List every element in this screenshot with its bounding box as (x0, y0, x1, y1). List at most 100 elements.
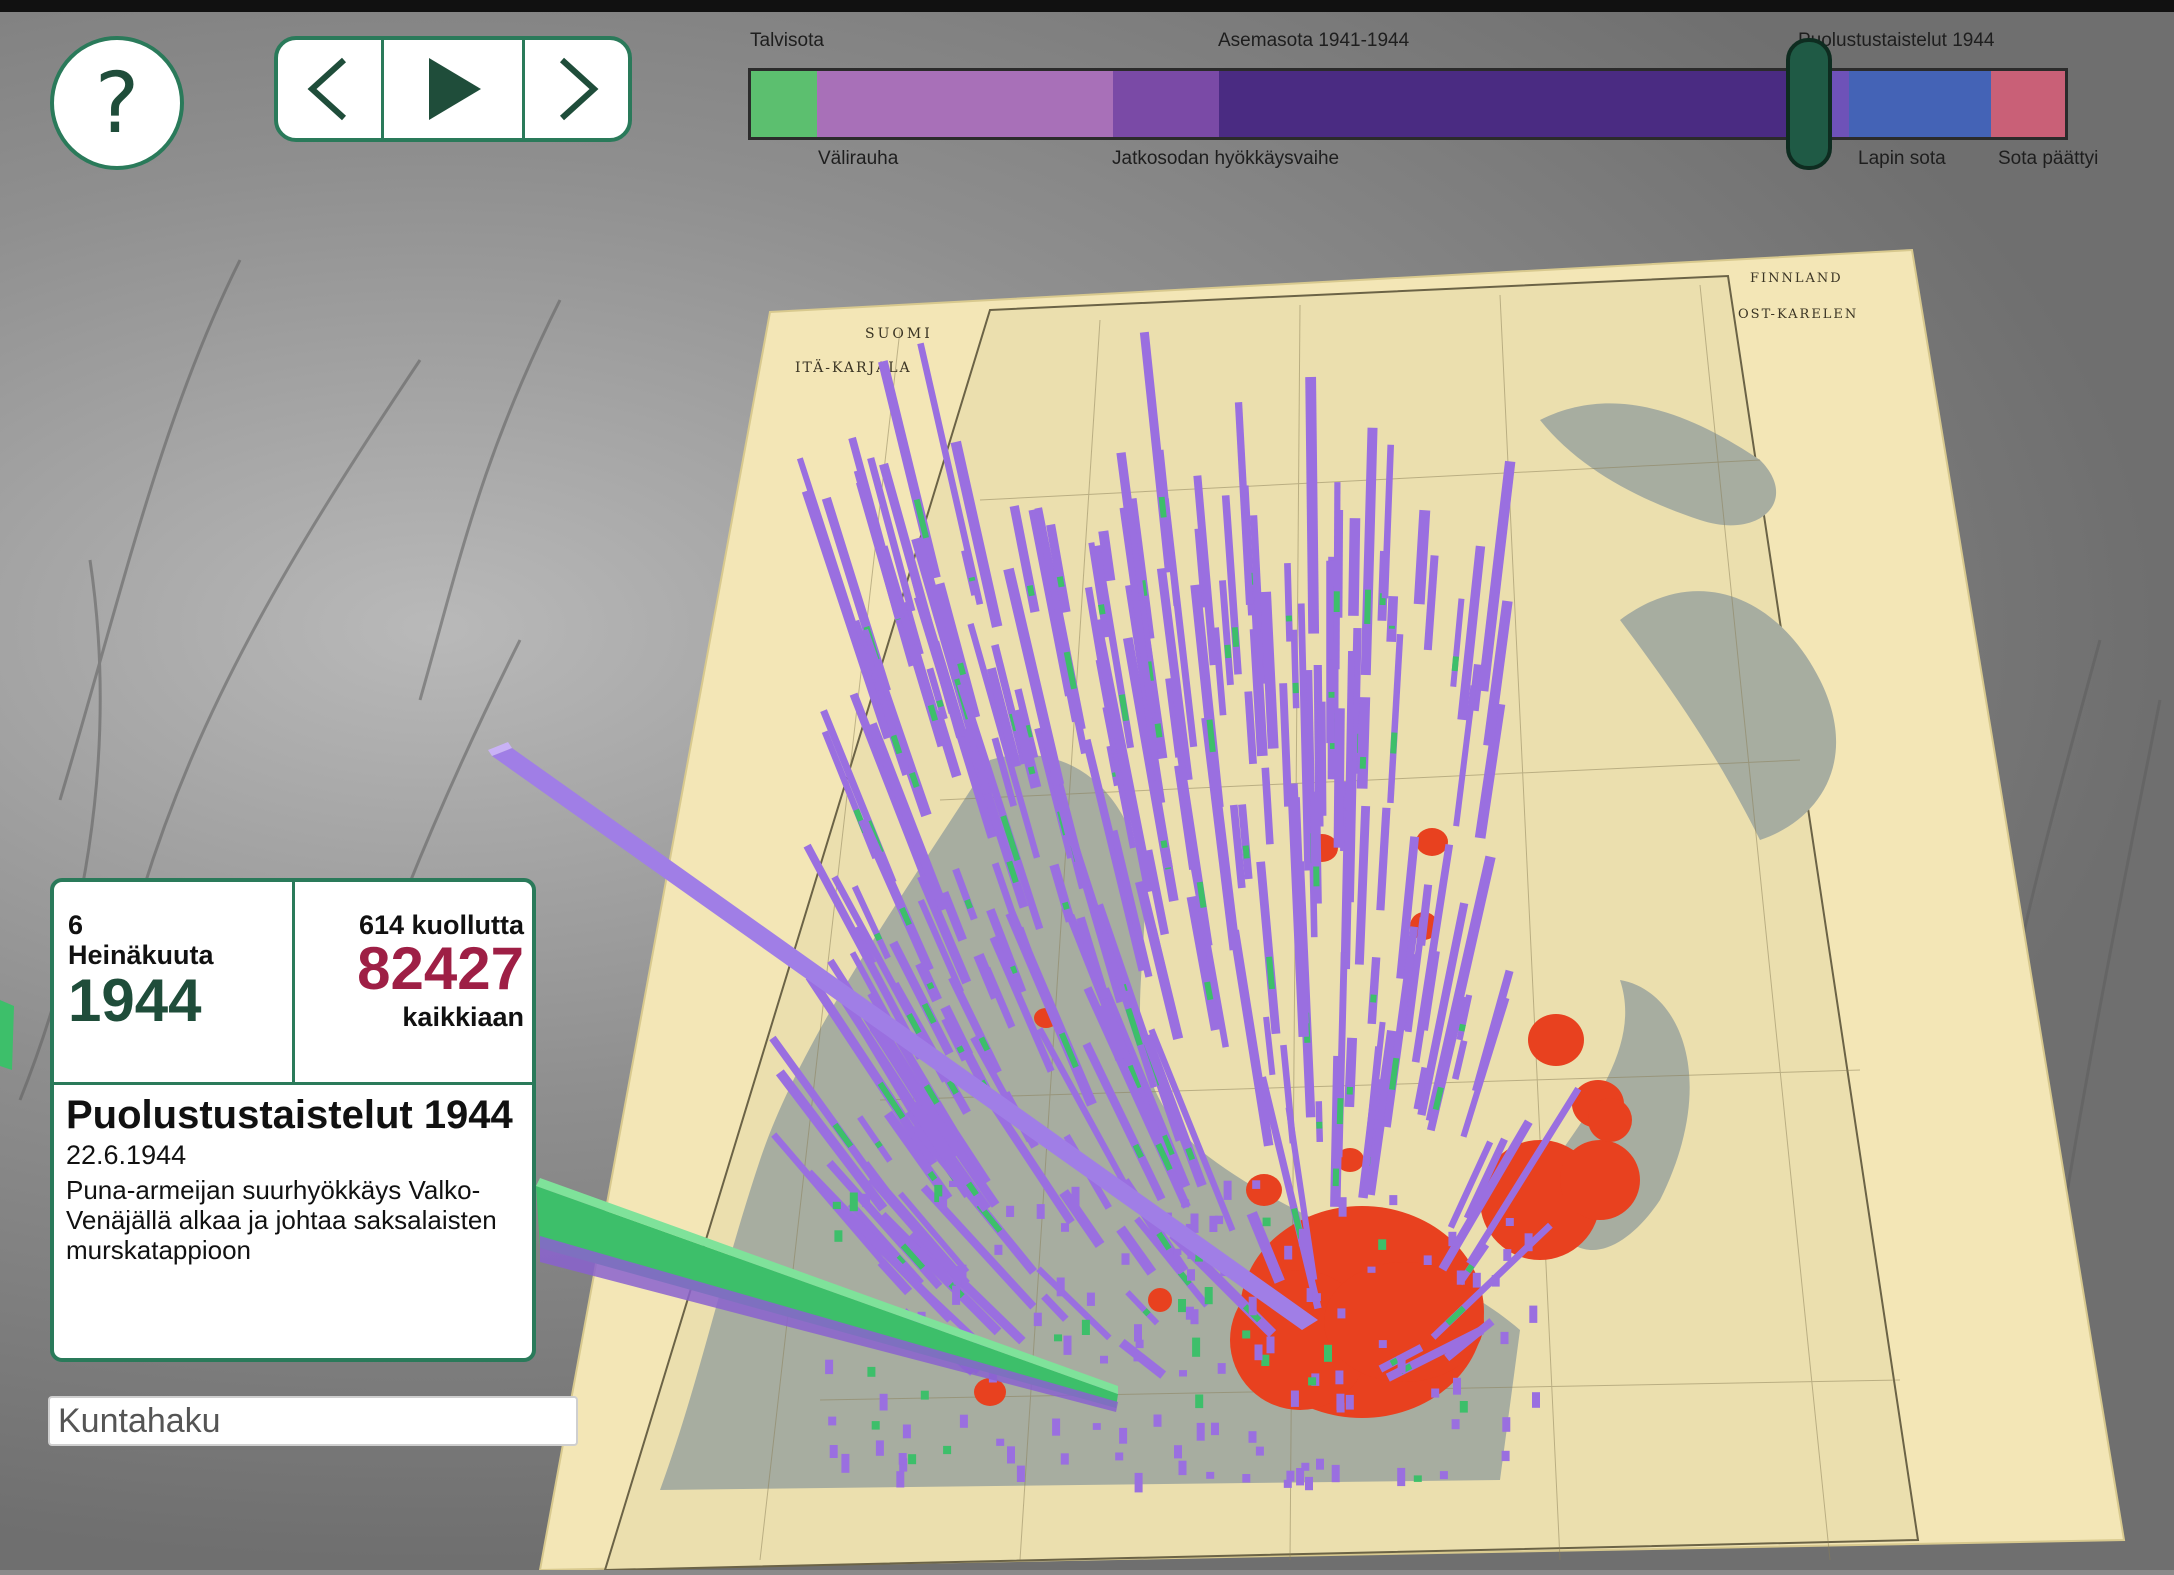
casualty-bar (1349, 654, 1352, 807)
municipality-search-input[interactable] (48, 1396, 578, 1446)
casualty-cube (903, 1425, 911, 1439)
event-info: Puolustustaistelut 1944 22.6.1944 Puna-a… (66, 1092, 516, 1265)
casualty-cube (1324, 1345, 1332, 1362)
casualty-cube (1187, 1269, 1195, 1281)
timeline-label-valirauha: Välirauha (818, 148, 898, 170)
timeline-segment-asemasota[interactable] (1219, 71, 1831, 137)
casualty-cube (1115, 1453, 1123, 1461)
casualty-cube (952, 1286, 960, 1305)
map-title-fi-1: SUOMI (865, 326, 933, 342)
casualty-cube (825, 1360, 833, 1374)
timeline-segment-valirauha[interactable] (817, 71, 1113, 137)
casualty-cube (1191, 1214, 1199, 1233)
casualty-cube (1181, 1199, 1189, 1207)
casualty-cube (1389, 1195, 1397, 1205)
casualty-cube (1057, 1278, 1065, 1297)
casualty-bar-accent (1367, 590, 1368, 624)
playback-controls (274, 36, 632, 142)
casualty-cube (1502, 1451, 1510, 1461)
timeline-segment-lapin-sota[interactable] (1849, 71, 1991, 137)
casualty-cube (1211, 1423, 1219, 1435)
casualty-bar (1366, 433, 1373, 670)
previous-button[interactable] (278, 40, 381, 138)
casualty-bar-accent (877, 1142, 880, 1147)
timeline-segment-hyokkaysvaihe[interactable] (1113, 71, 1219, 137)
casualty-bar (1337, 485, 1338, 666)
casualty-bar-accent (1235, 627, 1236, 647)
play-button[interactable] (381, 40, 522, 138)
casualty-cube (1346, 1395, 1354, 1410)
casualty-cube (1061, 1223, 1069, 1232)
casualty-cube (841, 1454, 849, 1473)
casualty-cube (1215, 1216, 1223, 1224)
casualty-cube (1205, 1287, 1213, 1304)
casualty-cube (1224, 1181, 1232, 1200)
timeline-handle[interactable] (1786, 38, 1832, 170)
casualty-bar-accent (1468, 1266, 1472, 1272)
casualty-cube (1502, 1417, 1510, 1432)
casualty-cube (1119, 1428, 1127, 1444)
casualty-cube (1284, 1246, 1292, 1260)
casualty-cube (1267, 1337, 1275, 1354)
casualty-cube (1195, 1395, 1203, 1409)
casualty-cube (1532, 1392, 1540, 1408)
casualty-bar-accent (939, 701, 941, 707)
casualty-cube (1335, 1371, 1343, 1385)
casualty-bar-accent (1391, 1360, 1397, 1363)
date-box: 6 Heinäkuuta 1944 (54, 882, 295, 1082)
casualty-cube (1305, 1477, 1313, 1490)
casualty-bar-accent (1122, 695, 1126, 721)
casualty-cube (1308, 1377, 1316, 1385)
casualty-cube (1301, 1463, 1309, 1471)
help-button[interactable]: ? (50, 36, 184, 170)
chevron-left-icon (304, 56, 354, 122)
timeline-segment-talvisota[interactable] (751, 71, 817, 137)
timeline-segment-sota-paattyi[interactable] (1991, 71, 2065, 137)
casualty-bar (1339, 713, 1340, 842)
casualty-cube (1379, 1340, 1387, 1348)
casualty-cube (1249, 1297, 1257, 1316)
casualty-cube (1506, 1218, 1514, 1226)
casualty-cube (1378, 1239, 1386, 1250)
date-day: 6 (68, 910, 83, 941)
casualty-bar-accent (1158, 724, 1160, 738)
casualty-cube (1186, 1307, 1194, 1320)
timeline-segment-puolustustaistelut[interactable] (1831, 71, 1849, 137)
casualty-bar (1266, 597, 1273, 743)
timeline-label-asemasota: Asemasota 1941-1944 (1218, 30, 1409, 52)
casualty-cube (1337, 1308, 1345, 1318)
casualty-cube (1501, 1332, 1509, 1344)
casualty-bar (1372, 962, 1376, 1020)
casualty-bar-accent (1269, 957, 1272, 989)
casualty-cube (1431, 1389, 1439, 1398)
casualty-bar-accent (1065, 903, 1067, 910)
casualty-cube (1313, 1293, 1321, 1301)
chevron-right-icon (552, 56, 602, 122)
casualty-bar (1255, 634, 1262, 750)
casualty-bar-accent (1373, 995, 1374, 1003)
casualty-bar (1311, 382, 1314, 628)
casualty-cube (830, 1445, 838, 1458)
casualty-cube (1242, 1474, 1250, 1483)
timeline[interactable]: Talvisota Asemasota 1941-1944 Puolustust… (748, 28, 2074, 178)
casualty-cube (1135, 1473, 1143, 1493)
casualty-cube (1249, 1431, 1257, 1443)
casualty-bar (1283, 687, 1288, 802)
casualty-cube (896, 1471, 904, 1487)
casualty-bar (1391, 601, 1393, 637)
next-button[interactable] (522, 40, 628, 138)
casualty-cube (1134, 1354, 1142, 1361)
casualty-bar (1266, 772, 1270, 841)
casualty-cube (1252, 1180, 1260, 1189)
casualty-cube (908, 1454, 916, 1464)
casualty-cube (1122, 1253, 1130, 1265)
event-description: Puna-armeijan suurhyökkäys Valko-Venäjäl… (66, 1175, 516, 1265)
casualty-cube (959, 1265, 967, 1280)
casualty-cube (899, 1453, 907, 1465)
casualty-cube (1299, 1229, 1307, 1247)
casualty-cube (1424, 1255, 1432, 1265)
timeline-bar[interactable] (748, 68, 2068, 140)
casualty-cube (1179, 1370, 1187, 1376)
casualty-cube (862, 1194, 870, 1207)
casualty-bar-accent (1164, 841, 1165, 848)
